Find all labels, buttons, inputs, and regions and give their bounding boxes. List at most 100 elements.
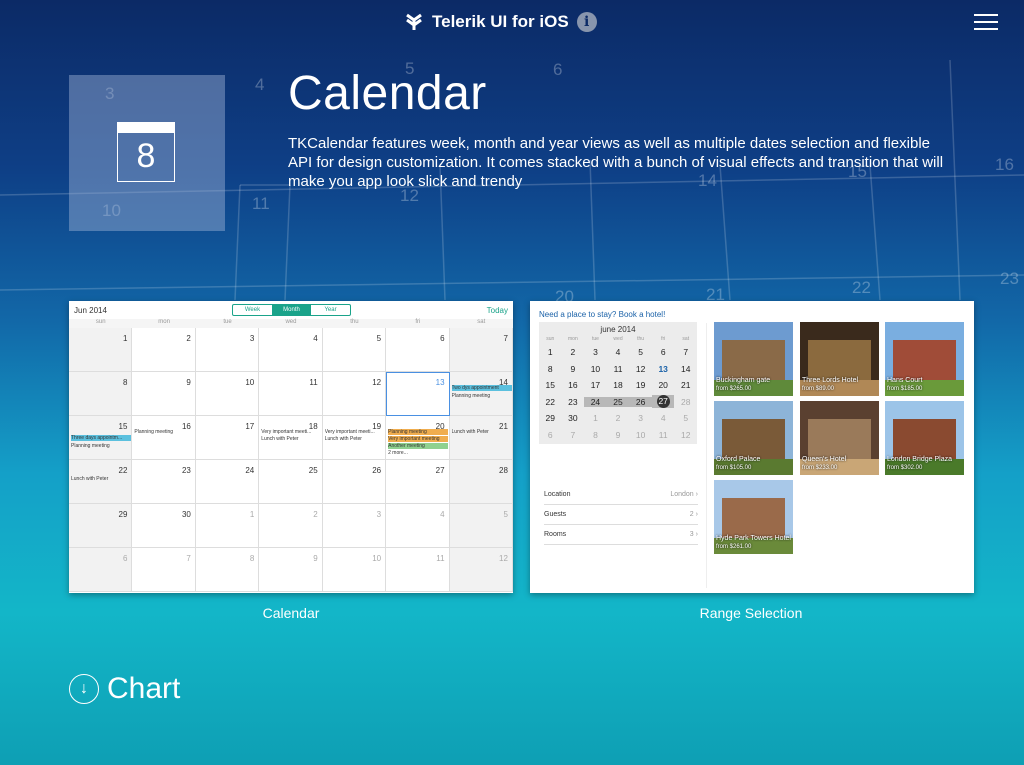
range-day[interactable]: 26 <box>629 396 652 407</box>
day-cell[interactable]: 6 <box>69 548 133 592</box>
calendar-event[interactable]: Three days appointm... <box>71 435 131 441</box>
calendar-event[interactable]: Planning meeting <box>71 443 131 449</box>
range-day[interactable]: 8 <box>584 430 607 440</box>
day-cell[interactable]: 12 <box>449 548 513 592</box>
hotel-tile[interactable]: Three Lords Hotel from $89.00 <box>800 322 879 396</box>
range-day[interactable]: 10 <box>584 364 607 374</box>
day-cell[interactable]: 9 <box>132 372 196 416</box>
day-cell[interactable]: 2 <box>132 328 196 372</box>
range-day[interactable]: 8 <box>539 364 562 374</box>
calendar-event[interactable]: Lunch with Peter <box>71 476 131 482</box>
day-cell[interactable]: 11 <box>259 372 323 416</box>
range-day[interactable]: 12 <box>674 430 697 440</box>
day-cell[interactable]: 6 <box>386 328 450 372</box>
range-day[interactable]: 20 <box>652 380 675 390</box>
day-cell[interactable]: 1 <box>195 504 260 548</box>
range-day[interactable]: 9 <box>607 430 630 440</box>
day-cell[interactable]: 8 <box>69 372 133 416</box>
range-day[interactable]: 2 <box>607 413 630 423</box>
range-day[interactable]: 6 <box>539 430 562 440</box>
range-day[interactable]: 5 <box>629 347 652 357</box>
calendar-event[interactable]: Very important meeti... <box>325 429 385 435</box>
calendar-demo-card[interactable]: Jun 2014 Week Month Year Today sun mon t… <box>69 301 513 593</box>
day-cell[interactable]: 16 Planning meeting <box>132 416 196 460</box>
calendar-event[interactable]: Lunch with Peter <box>452 429 512 435</box>
hotel-tile[interactable]: Hans Court from $185.00 <box>885 322 964 396</box>
calendar-event[interactable]: Planning meeting <box>452 393 512 399</box>
day-cell[interactable]: 10 <box>322 548 387 592</box>
day-cell[interactable]: 10 <box>195 372 260 416</box>
day-cell[interactable]: 7 <box>132 548 196 592</box>
day-cell[interactable]: 4 <box>386 504 450 548</box>
range-day[interactable]: 22 <box>539 397 562 407</box>
range-day[interactable]: 9 <box>562 364 585 374</box>
range-day[interactable]: 11 <box>652 430 675 440</box>
day-cell[interactable]: 14 Two dys appointment Planning meeting <box>449 372 513 416</box>
range-day[interactable]: 1 <box>584 413 607 423</box>
calendar-event[interactable]: Lunch with Peter <box>325 436 385 442</box>
range-day[interactable]: 29 <box>539 413 562 423</box>
next-section-chart-link[interactable]: ↓ Chart <box>69 672 180 706</box>
hotel-tile[interactable]: Buckingham gate from $265.00 <box>714 322 793 396</box>
day-cell[interactable]: 7 <box>449 328 513 372</box>
range-day[interactable]: 17 <box>584 380 607 390</box>
day-cell[interactable]: 3 <box>322 504 387 548</box>
range-day[interactable]: 21 <box>674 380 697 390</box>
view-year-button[interactable]: Year <box>311 305 350 315</box>
range-day[interactable]: 19 <box>629 380 652 390</box>
day-cell[interactable]: 9 <box>259 548 323 592</box>
calendar-event[interactable]: Another meeting <box>388 443 449 449</box>
range-day[interactable]: 13 <box>652 364 675 374</box>
book-hotel-link[interactable]: Need a place to stay? Book a hotel! <box>539 310 665 319</box>
day-cell[interactable]: 13 <box>386 372 450 416</box>
day-cell[interactable]: 5 <box>449 504 513 548</box>
calendar-event[interactable]: Very important meeting <box>388 436 449 442</box>
range-day[interactable]: 4 <box>607 347 630 357</box>
day-cell[interactable]: 28 <box>449 460 513 504</box>
day-cell[interactable]: 12 <box>322 372 387 416</box>
range-day[interactable]: 28 <box>674 397 697 407</box>
day-cell[interactable]: 20 Planning meeting Very important meeting… <box>386 416 450 460</box>
hotel-tile[interactable]: London Bridge Plaza from $302.00 <box>885 401 964 475</box>
day-cell[interactable]: 5 <box>322 328 387 372</box>
range-day[interactable]: 18 <box>607 380 630 390</box>
range-day[interactable]: 4 <box>652 413 675 423</box>
range-day[interactable]: 2 <box>562 347 585 357</box>
day-cell[interactable]: 22 Lunch with Peter <box>69 460 133 504</box>
guests-field[interactable]: Guests 2 › <box>544 505 698 525</box>
range-day[interactable]: 10 <box>629 430 652 440</box>
hamburger-menu-icon[interactable] <box>974 14 998 32</box>
calendar-event[interactable]: Two dys appointment <box>451 385 512 391</box>
day-cell[interactable]: 3 <box>195 328 260 372</box>
day-cell[interactable]: 19 Very important meeti... Lunch with Pete… <box>322 416 387 460</box>
range-day[interactable]: 24 <box>584 396 607 407</box>
range-day[interactable]: 16 <box>562 380 585 390</box>
rooms-field[interactable]: Rooms 3 › <box>544 525 698 545</box>
day-cell[interactable]: 24 <box>195 460 260 504</box>
day-cell[interactable]: 18 Very important meeti... Lunch with Pete… <box>259 416 323 460</box>
day-cell[interactable]: 2 <box>259 504 323 548</box>
calendar-event[interactable]: Planning meeting <box>134 429 194 435</box>
day-cell[interactable]: 30 <box>132 504 196 548</box>
location-field[interactable]: Location London › <box>544 485 698 505</box>
calendar-event[interactable]: Lunch with Peter <box>261 436 321 442</box>
calendar-event[interactable]: 2 more... <box>388 450 448 456</box>
calendar-event[interactable]: Planning meeting <box>388 429 449 435</box>
day-cell[interactable]: 27 <box>386 460 450 504</box>
view-month-button[interactable]: Month <box>272 305 311 315</box>
day-cell[interactable]: 21 Lunch with Peter <box>449 416 513 460</box>
day-cell[interactable]: 25 <box>259 460 323 504</box>
day-cell[interactable]: 8 <box>195 548 260 592</box>
range-day[interactable]: 23 <box>562 397 585 407</box>
range-day[interactable]: 15 <box>539 380 562 390</box>
hotel-tile[interactable]: Oxford Palace from $105.00 <box>714 401 793 475</box>
today-button[interactable]: Today <box>487 306 508 315</box>
day-cell[interactable]: 29 <box>69 504 133 548</box>
range-day[interactable]: 5 <box>674 413 697 423</box>
range-day[interactable]: 30 <box>562 413 585 423</box>
view-week-button[interactable]: Week <box>233 305 272 315</box>
day-cell[interactable]: 4 <box>259 328 323 372</box>
range-day[interactable]: 27 <box>651 395 675 409</box>
hotel-tile[interactable]: Hyde Park Towers Hotel from $261.00 <box>714 480 793 554</box>
day-cell[interactable]: 15 Three days appointm... Planning meeting <box>69 416 133 460</box>
